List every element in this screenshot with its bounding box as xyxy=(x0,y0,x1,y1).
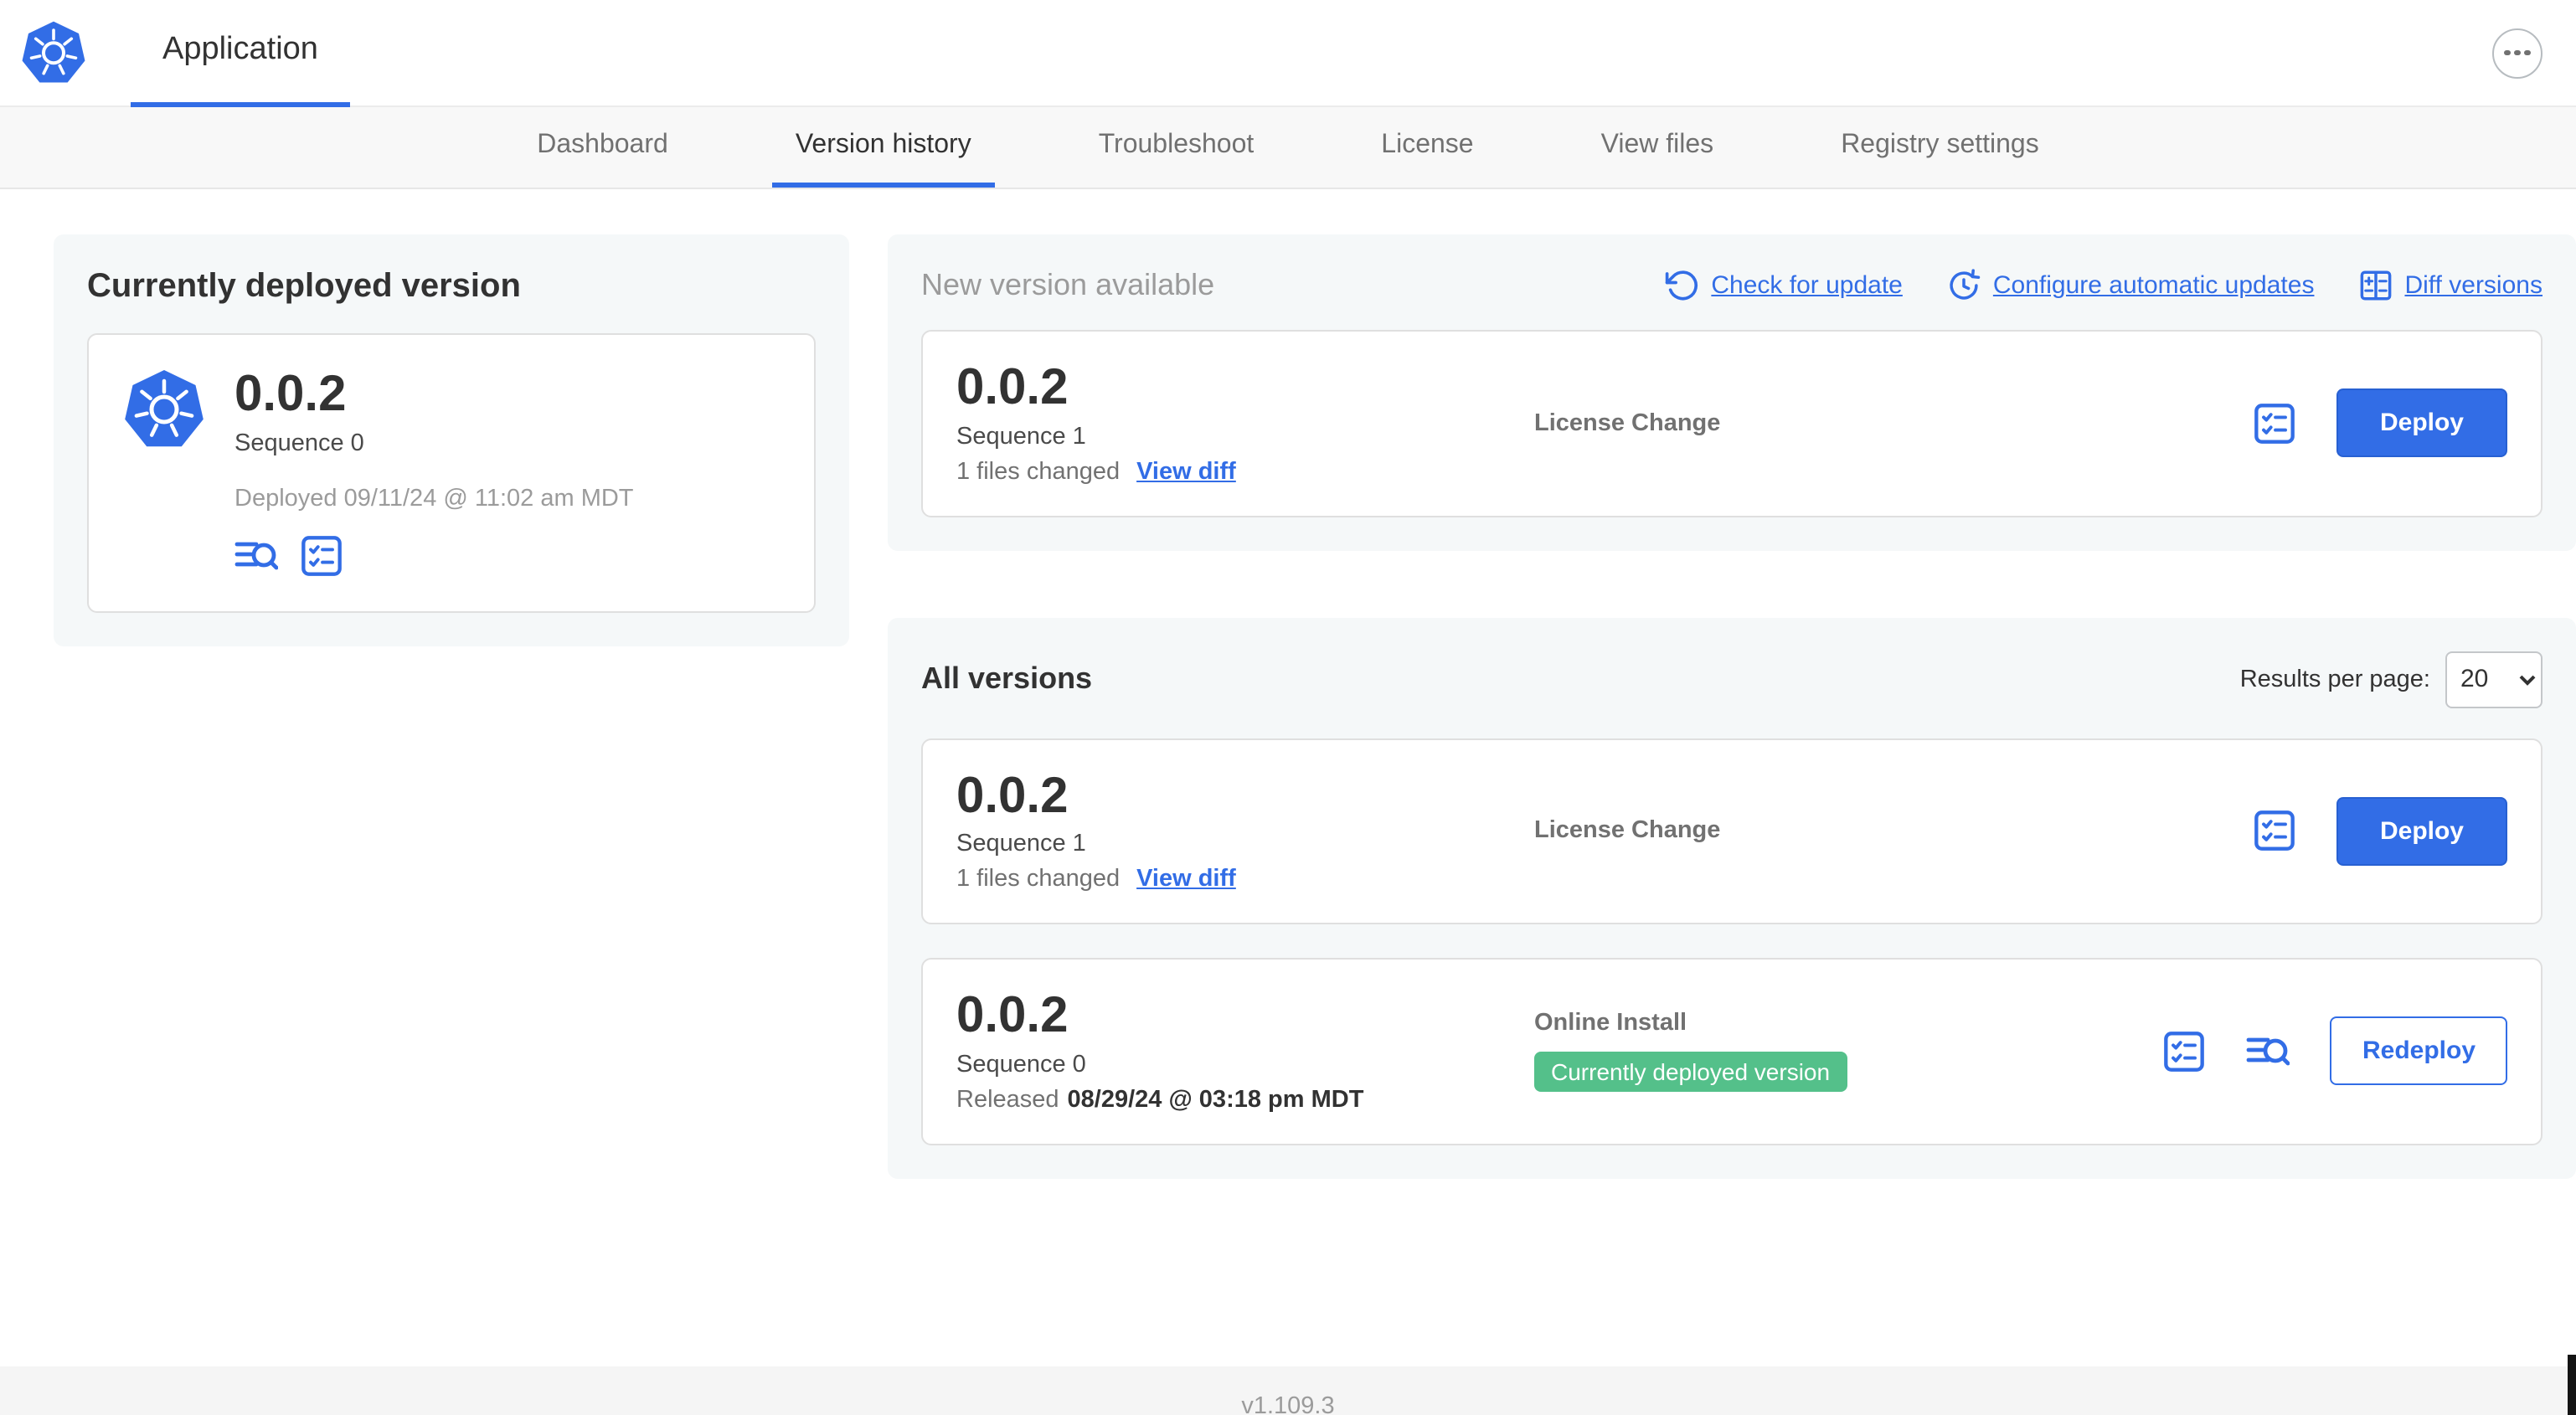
preflight-checks-button[interactable] xyxy=(2253,810,2296,853)
console-version: v1.109.3 xyxy=(1241,1393,1335,1415)
app-title-tab[interactable]: Application xyxy=(131,0,350,106)
app-footer: v1.109.3 xyxy=(0,1366,2576,1415)
view-diff-link[interactable]: View diff xyxy=(1136,458,1236,485)
diff-icon xyxy=(2357,268,2393,303)
deploy-button[interactable]: Deploy xyxy=(2336,796,2507,866)
lines-magnifier-icon xyxy=(234,541,278,569)
deployed-version-number: 0.0.2 xyxy=(234,367,347,422)
released-date: 08/29/24 @ 03:18 pm MDT xyxy=(1067,1086,1364,1113)
checklist-icon xyxy=(2254,810,2295,852)
version-sequence: Sequence 0 xyxy=(956,1051,1086,1078)
results-per-page-select[interactable]: 20 xyxy=(2445,651,2543,708)
clock-arrow-icon xyxy=(1946,268,1981,303)
overflow-menu-button[interactable] xyxy=(2492,28,2543,78)
diff-versions-link[interactable]: Diff versions xyxy=(2357,268,2543,303)
app-nav: Dashboard Version history Troubleshoot L… xyxy=(0,107,2576,189)
app-title: Application xyxy=(162,32,318,67)
all-versions-title: All versions xyxy=(921,661,1093,695)
right-column: New version available Check for update C… xyxy=(888,234,2576,1178)
version-number: 0.0.2 xyxy=(956,768,1069,823)
tab-view-files[interactable]: View files xyxy=(1578,107,1738,188)
files-changed-label: 1 files changed xyxy=(956,866,1121,893)
version-sequence: Sequence 1 xyxy=(956,423,1086,450)
version-number: 0.0.2 xyxy=(956,988,1069,1043)
app-header: Application xyxy=(0,0,2576,107)
deployed-sequence: Sequence 0 xyxy=(234,430,364,456)
tab-license[interactable]: License xyxy=(1358,107,1497,188)
deploy-button[interactable]: Deploy xyxy=(2336,388,2507,458)
configure-automatic-updates-link[interactable]: Configure automatic updates xyxy=(1946,268,2314,303)
currently-deployed-badge: Currently deployed version xyxy=(1534,1052,1847,1093)
preflight-checks-button[interactable] xyxy=(2253,402,2296,445)
files-changed-label: 1 files changed xyxy=(956,458,1121,485)
checklist-icon xyxy=(301,535,342,575)
version-source-label: License Change xyxy=(1534,817,1721,845)
results-per-page-label: Results per page: xyxy=(2239,666,2430,692)
redeploy-button[interactable]: Redeploy xyxy=(2330,1016,2507,1086)
checklist-icon xyxy=(2165,1031,2205,1072)
deployed-version-card: 0.0.2 Sequence 0 Deployed 09/11/24 @ 11:… xyxy=(87,333,816,612)
refresh-icon xyxy=(1664,268,1699,303)
kubernetes-logo-icon xyxy=(20,19,87,86)
preflight-checks-button[interactable] xyxy=(300,533,343,577)
tab-dashboard[interactable]: Dashboard xyxy=(513,107,692,188)
deployed-date: Deployed 09/11/24 @ 11:02 am MDT xyxy=(234,485,634,512)
new-version-title: New version available xyxy=(921,268,1215,301)
all-versions-panel: All versions Results per page: 20 0.0.2 … xyxy=(888,617,2576,1178)
tab-registry-settings[interactable]: Registry settings xyxy=(1817,107,2063,188)
version-source-label: Online Install xyxy=(1534,1010,1687,1037)
version-source-label: License Change xyxy=(1534,409,1721,437)
new-version-row: 0.0.2 Sequence 1 1 files changed View dif… xyxy=(921,330,2543,517)
checklist-icon xyxy=(2254,403,2295,444)
new-version-panel: New version available Check for update C… xyxy=(888,234,2576,550)
version-row-sequence-1: 0.0.2 Sequence 1 1 files changed View dif… xyxy=(921,738,2543,924)
view-diff-link[interactable]: View diff xyxy=(1136,866,1236,893)
view-logs-button[interactable] xyxy=(234,533,278,577)
tab-troubleshoot[interactable]: Troubleshoot xyxy=(1075,107,1278,188)
preflight-checks-button[interactable] xyxy=(2163,1030,2207,1073)
ellipsis-icon xyxy=(2504,49,2511,56)
version-number: 0.0.2 xyxy=(956,360,1069,415)
currently-deployed-title: Currently deployed version xyxy=(87,268,521,305)
released-label: Released xyxy=(956,1086,1059,1113)
lines-magnifier-icon xyxy=(2247,1037,2290,1065)
scrollbar-thumb[interactable] xyxy=(2568,1355,2576,1415)
tab-version-history[interactable]: Version history xyxy=(771,107,995,188)
version-sequence: Sequence 1 xyxy=(956,831,1086,857)
check-for-update-link[interactable]: Check for update xyxy=(1664,268,1903,303)
version-row-sequence-0: 0.0.2 Sequence 0 Released 08/29/24 @ 03:1… xyxy=(921,958,2543,1145)
currently-deployed-panel: Currently deployed version 0.0.2 Sequenc… xyxy=(54,234,849,646)
kubernetes-app-icon xyxy=(122,368,206,452)
view-logs-button[interactable] xyxy=(2247,1030,2290,1073)
main-content: Currently deployed version 0.0.2 Sequenc… xyxy=(0,189,2576,1366)
